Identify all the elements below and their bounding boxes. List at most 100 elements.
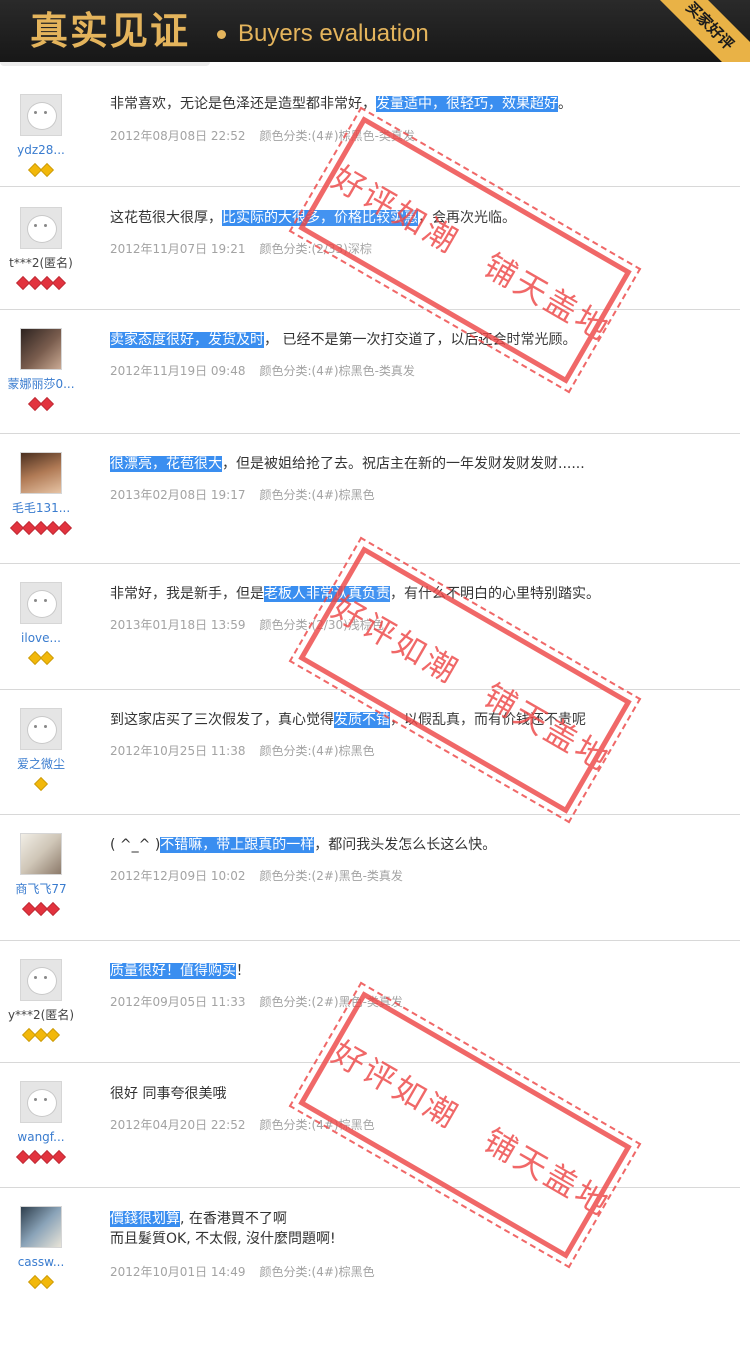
default-avatar-icon[interactable] — [20, 94, 62, 136]
default-avatar-icon[interactable] — [20, 959, 62, 1001]
default-avatar-icon[interactable] — [20, 708, 62, 750]
credit-badges — [0, 1147, 82, 1165]
header-title-en: Buyers evaluation — [238, 20, 429, 47]
bullet-dot-icon — [217, 30, 226, 39]
credit-badges — [0, 518, 82, 536]
credit-badges — [0, 160, 82, 178]
section-header: 真实见证 Buyers evaluation 买家好评 — [0, 0, 750, 62]
review-item: cassw... 價錢很划算, 在香港買不了啊 而且髮質OK, 不太假, 沒什麼… — [0, 1188, 740, 1306]
default-avatar-icon[interactable] — [20, 1081, 62, 1123]
reviewer-nickname[interactable]: 毛毛131... — [0, 500, 82, 516]
corner-ribbon: 买家好评 — [644, 0, 750, 62]
review-text-plain: ( ^_^ ) — [110, 837, 161, 853]
reviewer-info: y***2(匿名) — [0, 959, 82, 1043]
review-item: 毛毛131... 很漂亮，花苞很大，但是被姐给抢了去。祝店主在新的一年发财发财发… — [0, 434, 740, 564]
reviewer-nickname[interactable]: ydz28... — [0, 142, 82, 158]
reviewer-nickname[interactable]: 商飞飞77 — [0, 881, 82, 897]
reviewer-nickname[interactable]: cassw... — [0, 1254, 82, 1270]
review-date: 2012年11月07日 19:21 — [110, 242, 246, 256]
reviewer-nickname: y***2(匿名) — [7, 1008, 75, 1022]
red-diamond-icon — [57, 520, 73, 536]
reviewer-nickname: t***2(匿名) — [9, 256, 73, 270]
review-text: ( ^_^ )不错嘛，带上跟真的一样，都问我头发怎么长这么快。 — [110, 834, 496, 856]
review-text-highlight: 很漂亮，花苞很大 — [110, 456, 222, 472]
review-spec: 颜色分类:(4#)棕黑色-类真发 — [259, 129, 415, 143]
review-item: t***2(匿名) 这花苞很大很厚，比实际的大很多，价格比较实惠，会再次光临。 … — [0, 187, 740, 310]
review-date: 2013年02月08日 19:17 — [110, 488, 246, 502]
reviewer-info: t***2(匿名) — [0, 207, 82, 291]
review-text: 这花苞很大很厚，比实际的大很多，价格比较实惠，会再次光临。 — [110, 207, 516, 229]
review-date: 2012年11月19日 09:48 — [110, 364, 246, 378]
review-spec: 颜色分类:(2#)黑色-类真发 — [259, 869, 403, 883]
review-text: 质量很好！值得购买！ — [110, 960, 250, 982]
review-spec: 颜色分类:(2#)黑色-类真发 — [259, 995, 403, 1009]
review-spec: 颜色分类:(4#)棕黑色 — [259, 1118, 375, 1132]
review-text-plain: 到这家店买了三次假发了，真心觉得 — [110, 712, 334, 728]
review-text: 非常好，我是新手，但是老板人非常认真负责，有什么不明白的心里特别踏实。 — [110, 583, 600, 605]
reviewer-info: 蒙娜丽莎0... — [0, 328, 82, 412]
review-spec: 颜色分类:(2/30)浅棕色 — [259, 618, 384, 632]
reviewer-info: 商飞飞77 — [0, 833, 82, 917]
review-text-plain: ，都问我头发怎么长这么快。 — [314, 837, 497, 853]
review-text-highlight: 老板人非常认真负责 — [264, 586, 390, 602]
review-text-plain: , 在香港買不了啊 — [180, 1211, 287, 1227]
default-avatar-icon[interactable] — [20, 582, 62, 624]
credit-badges — [0, 899, 82, 917]
review-text-plain: 非常喜欢，无论是色泽还是造型都非常好， — [110, 96, 376, 112]
review-text: 卖家态度很好，发货及时， 已经不是第一次打交道了，以后还会时常光顾。 — [110, 329, 576, 351]
review-item: 蒙娜丽莎0... 卖家态度很好，发货及时， 已经不是第一次打交道了，以后还会时常… — [0, 310, 740, 434]
header-title-cn: 真实见证 — [30, 8, 191, 53]
review-text: 價錢很划算, 在香港買不了啊 — [110, 1208, 287, 1230]
user-photo-avatar[interactable] — [20, 452, 62, 494]
review-text-plain: ，但是被姐给抢了去。祝店主在新的一年发财发财发财...... — [222, 456, 585, 472]
review-text: 很漂亮，花苞很大，但是被姐给抢了去。祝店主在新的一年发财发财发财...... — [110, 453, 585, 475]
gold-diamond-icon — [33, 776, 49, 792]
review-meta: 2012年04月20日 22:52 颜色分类:(4#)棕黑色 — [110, 1116, 375, 1133]
review-text-plain: 这花苞很大很厚， — [110, 210, 222, 226]
reviewer-info: ydz28... — [0, 94, 82, 178]
review-text-plain: 。 — [558, 96, 572, 112]
red-diamond-icon — [51, 275, 67, 291]
review-spec: 颜色分类:(4#)棕黑色-类真发 — [259, 364, 415, 378]
review-text-highlight: 不错嘛，带上跟真的一样 — [160, 837, 315, 853]
user-photo-avatar[interactable] — [20, 1206, 62, 1248]
review-text-plain: ，有什么不明白的心里特别踏实。 — [390, 586, 600, 602]
default-avatar-icon[interactable] — [20, 207, 62, 249]
review-date: 2012年12月09日 10:02 — [110, 869, 246, 883]
review-item: wangf... 很好 同事夸很美哦 2012年04月20日 22:52 颜色分类… — [0, 1063, 740, 1188]
review-spec: 颜色分类:(4#)棕黑色 — [259, 488, 375, 502]
review-item: 商飞飞77 ( ^_^ )不错嘛，带上跟真的一样，都问我头发怎么长这么快。 20… — [0, 815, 740, 941]
review-meta: 2013年02月08日 19:17 颜色分类:(4#)棕黑色 — [110, 486, 375, 503]
review-meta: 2012年12月09日 10:02 颜色分类:(2#)黑色-类真发 — [110, 867, 403, 884]
credit-badges — [0, 273, 82, 291]
review-text-highlight: 发质不错 — [334, 712, 390, 728]
review-meta: 2012年10月25日 11:38 颜色分类:(4#)棕黑色 — [110, 742, 375, 759]
review-text-highlight: 價錢很划算 — [110, 1211, 180, 1227]
review-text: 到这家店买了三次假发了，真心觉得发质不错，以假乱真，而有价钱还不贵呢 — [110, 709, 586, 731]
user-photo-avatar[interactable] — [20, 833, 62, 875]
review-date: 2012年09月05日 11:33 — [110, 995, 246, 1009]
review-text: 非常喜欢，无论是色泽还是造型都非常好，发量适中，很轻巧，效果超好。 — [110, 93, 572, 115]
reviewer-nickname[interactable]: 蒙娜丽莎0... — [0, 376, 82, 392]
review-date: 2012年04月20日 22:52 — [110, 1118, 246, 1132]
reviewer-info: 爱之微尘 — [0, 708, 82, 792]
reviewer-nickname[interactable]: wangf... — [0, 1129, 82, 1145]
review-meta: 2012年09月05日 11:33 颜色分类:(2#)黑色-类真发 — [110, 993, 403, 1010]
gold-diamond-icon — [39, 1274, 55, 1290]
reviewer-nickname[interactable]: 爱之微尘 — [0, 756, 82, 772]
user-photo-avatar[interactable] — [20, 328, 62, 370]
review-text-plain: ， 已经不是第一次打交道了，以后还会时常光顾。 — [264, 332, 577, 348]
review-text-highlight: 比实际的大很多，价格比较实惠 — [222, 210, 418, 226]
review-meta: 2012年11月07日 19:21 颜色分类:(2/33)深棕 — [110, 240, 372, 257]
review-text-highlight: 质量很好！值得购买 — [110, 963, 236, 979]
review-text-highlight: 卖家态度很好，发货及时 — [110, 332, 264, 348]
reviewer-nickname[interactable]: ilove... — [0, 630, 82, 646]
review-meta: 2013年01月18日 13:59 颜色分类:(2/30)浅棕色 — [110, 616, 384, 633]
red-diamond-icon — [51, 1149, 67, 1165]
review-meta: 2012年11月19日 09:48 颜色分类:(4#)棕黑色-类真发 — [110, 362, 415, 379]
review-date: 2012年10月25日 11:38 — [110, 744, 246, 758]
reviewer-info: 毛毛131... — [0, 452, 82, 536]
review-text-plain: ，以假乱真，而有价钱还不贵呢 — [390, 712, 586, 728]
gold-diamond-icon — [39, 162, 55, 178]
credit-badges — [0, 394, 82, 412]
